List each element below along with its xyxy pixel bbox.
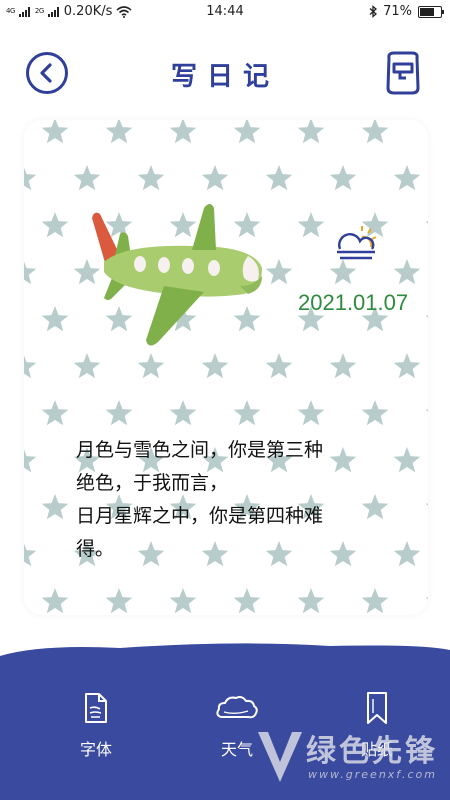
star-decoration [393, 447, 421, 473]
star-decoration [41, 588, 69, 614]
star-decoration [201, 353, 229, 379]
star-decoration [233, 120, 261, 144]
star-decoration [425, 597, 428, 600]
save-jar-icon [386, 51, 420, 95]
battery-icon [418, 5, 444, 18]
star-decoration [425, 221, 428, 224]
star-decoration [24, 355, 37, 379]
battery-percent: 71% [383, 4, 412, 19]
star-decoration [24, 167, 37, 191]
star-decoration [73, 165, 101, 191]
font-file-icon [85, 693, 107, 723]
star-decoration [137, 353, 165, 379]
star-decoration [329, 353, 357, 379]
diary-card[interactable]: 2021.01.07 月色与雪色之间，你是第三种 绝色，于我而言， 日月星辉之中… [24, 120, 428, 615]
star-decoration [169, 400, 197, 426]
star-decoration [361, 400, 389, 426]
star-decoration [265, 259, 293, 285]
entry-line: 日月星辉之中，你是第四种难 [76, 505, 324, 527]
star-decoration [297, 212, 325, 238]
star-decoration [297, 588, 325, 614]
tab-sticker-label: 贴纸 [360, 740, 393, 759]
sun-behind-cloud-icon[interactable] [334, 225, 378, 265]
tab-font-label: 字体 [79, 740, 112, 759]
star-decoration [393, 541, 421, 567]
header: 写日记 [0, 40, 450, 110]
star-decoration [425, 409, 428, 412]
bookmark-icon [367, 692, 387, 724]
save-button[interactable] [384, 50, 422, 100]
tab-font[interactable]: 字体 [56, 690, 136, 760]
entry-text[interactable]: 月色与雪色之间，你是第三种 绝色，于我而言， 日月星辉之中，你是第四种难 得。 [76, 434, 396, 566]
entry-line: 月色与雪色之间，你是第三种 [76, 439, 324, 461]
entry-line: 得。 [76, 538, 115, 560]
star-decoration [24, 261, 37, 285]
star-decoration [393, 165, 421, 191]
star-decoration [105, 588, 133, 614]
star-decoration [265, 165, 293, 191]
star-decoration [105, 400, 133, 426]
star-decoration [169, 120, 197, 144]
star-decoration [73, 353, 101, 379]
star-decoration [233, 588, 261, 614]
star-decoration [41, 400, 69, 426]
cloud-icon [216, 696, 258, 719]
airplane-sticker[interactable] [64, 190, 264, 350]
star-decoration [105, 120, 133, 144]
entry-line: 绝色，于我而言， [76, 472, 229, 494]
tab-weather[interactable]: 天气 [197, 690, 277, 760]
star-decoration [425, 315, 428, 318]
star-decoration [41, 494, 69, 520]
star-decoration [169, 588, 197, 614]
battery-fill [420, 7, 435, 16]
tab-weather-label: 天气 [220, 740, 253, 759]
tab-sticker[interactable]: 贴纸 [337, 690, 417, 760]
star-decoration [329, 165, 357, 191]
star-decoration [297, 120, 325, 144]
star-decoration [393, 259, 421, 285]
star-decoration [265, 353, 293, 379]
star-decoration [24, 543, 37, 567]
star-decoration [361, 120, 389, 144]
star-decoration [233, 400, 261, 426]
entry-date: 2021.01.07 [298, 290, 409, 315]
star-decoration [393, 353, 421, 379]
star-decoration [425, 503, 428, 506]
bluetooth-icon [369, 5, 378, 18]
star-decoration [425, 127, 428, 130]
status-bar: 4G 2G 0.20K/s 14:44 71% [0, 0, 450, 24]
star-decoration [24, 449, 37, 473]
star-decoration [201, 165, 229, 191]
star-decoration [137, 165, 165, 191]
star-decoration [41, 120, 69, 144]
page-title: 写日记 [170, 62, 279, 92]
star-decoration [297, 400, 325, 426]
status-right: 71% [369, 4, 444, 19]
star-decoration [361, 588, 389, 614]
